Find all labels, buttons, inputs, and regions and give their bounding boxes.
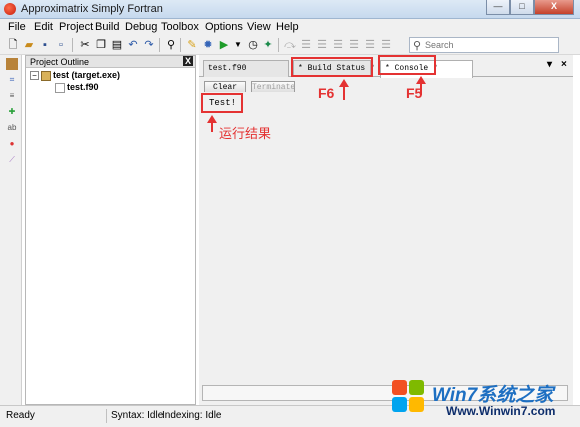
tree-item-file[interactable]: test.f90 — [55, 81, 99, 93]
menu-bar: File Edit Project Build Debug Toolbox Op… — [0, 19, 580, 36]
cut-icon[interactable]: ✂ — [78, 38, 92, 52]
minimize-button[interactable]: — — [486, 0, 510, 15]
copy-icon[interactable]: ❐ — [94, 38, 108, 52]
f6-label: F6 — [318, 85, 335, 101]
search-input[interactable] — [425, 39, 555, 51]
outdent-icon: ☰ — [333, 39, 343, 51]
menu-debug[interactable]: Debug — [125, 21, 157, 33]
project-book-icon[interactable] — [6, 58, 18, 70]
redo-icon[interactable]: ↷ — [142, 38, 156, 52]
new-file-icon[interactable]: 🗋 — [6, 38, 20, 52]
watermark-logo: Win7系统之家 — [432, 385, 554, 406]
menu-toolbox[interactable]: Toolbox — [161, 21, 199, 33]
status-indexing: Indexing: Idle — [162, 410, 222, 421]
outline-close-icon[interactable]: X — [183, 56, 193, 66]
symbols-icon[interactable]: ≡ — [6, 90, 18, 102]
menu-help[interactable]: Help — [276, 21, 299, 33]
window-title: Approximatrix Simply Fortran — [21, 3, 163, 15]
f5-label: F5 — [406, 85, 423, 101]
menu-file[interactable]: File — [8, 21, 26, 33]
paste-icon[interactable]: ▤ — [110, 38, 124, 52]
watermark: Win7系统之家 Www.Winwin7.com — [388, 376, 578, 426]
tools-wand-icon[interactable]: ⟋ — [6, 154, 18, 166]
console-highlight — [378, 55, 436, 75]
abc-search-icon[interactable]: ab — [6, 122, 18, 134]
module-puzzle-icon[interactable]: ✚ — [6, 106, 18, 118]
toolbar: 🗋 ▰ ▪ ▫ ✂ ❐ ▤ ↶ ↷ ⚲ ✎ ✹ ▶ ▼ ◷ ✦ ⤼ ☰ ☰ ☰ … — [0, 36, 580, 55]
open-folder-icon[interactable]: ▰ — [22, 38, 36, 52]
status-syntax: Syntax: Idle — [111, 410, 164, 421]
tree-item-project[interactable]: − test (target.exe) — [30, 69, 120, 81]
sidebar-icon-strip: ⌗ ≡ ✚ ab ● ⟋ — [0, 55, 22, 405]
align-icon: ☰ — [301, 39, 311, 51]
tab-list-chevron-down-icon[interactable]: ▾ — [547, 59, 552, 70]
output-highlight — [201, 93, 243, 113]
maximize-button[interactable]: □ — [510, 0, 534, 15]
menu-options[interactable]: Options — [205, 21, 243, 33]
save-all-icon[interactable]: ▫ — [54, 38, 68, 52]
timer-clock-icon[interactable]: ◷ — [246, 38, 260, 52]
find-icon[interactable]: ⚲ — [164, 38, 178, 52]
collapse-icon[interactable]: − — [30, 71, 39, 81]
menu-project[interactable]: Project — [59, 21, 93, 33]
format-icon: ☰ — [381, 39, 391, 51]
indent-icon: ☰ — [317, 39, 327, 51]
status-ready: Ready — [6, 410, 35, 421]
menu-build[interactable]: Build — [95, 21, 119, 33]
uncomment-icon: ☰ — [365, 39, 375, 51]
result-label: 运行结果 — [219, 126, 272, 141]
outline-header: Project Outline X — [26, 56, 195, 68]
search-icon: ⚲ — [413, 40, 422, 52]
tree-item-label: test (target.exe) — [53, 70, 121, 80]
run-dropdown-chevron-down-icon[interactable]: ▼ — [231, 38, 245, 52]
undo-icon[interactable]: ↶ — [126, 38, 140, 52]
windows-flag-icon — [392, 380, 426, 414]
build-icon[interactable]: ✎ — [185, 38, 199, 52]
project-icon — [41, 70, 51, 81]
editor-pane: test.f90 * Build Status * * Console * ▾ … — [199, 55, 573, 405]
run-icon[interactable]: ▶ — [217, 38, 231, 52]
title-bar: Approximatrix Simply Fortran — □ X — [0, 0, 580, 19]
tree-item-label: test.f90 — [67, 82, 99, 92]
outline-title: Project Outline — [30, 57, 90, 67]
search-box[interactable]: ⚲ — [409, 37, 559, 53]
tree-structure-icon[interactable]: ⌗ — [6, 74, 18, 86]
close-button[interactable]: X — [534, 0, 574, 15]
tab-close-icon[interactable]: × — [561, 59, 567, 70]
menu-view[interactable]: View — [247, 21, 271, 33]
debug-icon[interactable]: ✦ — [261, 38, 275, 52]
watermark-url: Www.Winwin7.com — [446, 404, 556, 418]
save-icon[interactable]: ▪ — [38, 38, 52, 52]
menu-edit[interactable]: Edit — [34, 21, 53, 33]
comment-icon: ☰ — [349, 39, 359, 51]
settings-gear-icon[interactable]: ✹ — [201, 38, 215, 52]
project-outline-panel: Project Outline X − test (target.exe) tes… — [25, 55, 196, 405]
step-over-icon: ⤼ — [284, 39, 296, 51]
breakpoints-icon[interactable]: ● — [6, 138, 18, 150]
file-icon — [55, 82, 65, 93]
tab-test-f90[interactable]: test.f90 — [203, 60, 289, 77]
app-logo-icon — [4, 3, 16, 15]
build-status-highlight — [291, 57, 373, 77]
